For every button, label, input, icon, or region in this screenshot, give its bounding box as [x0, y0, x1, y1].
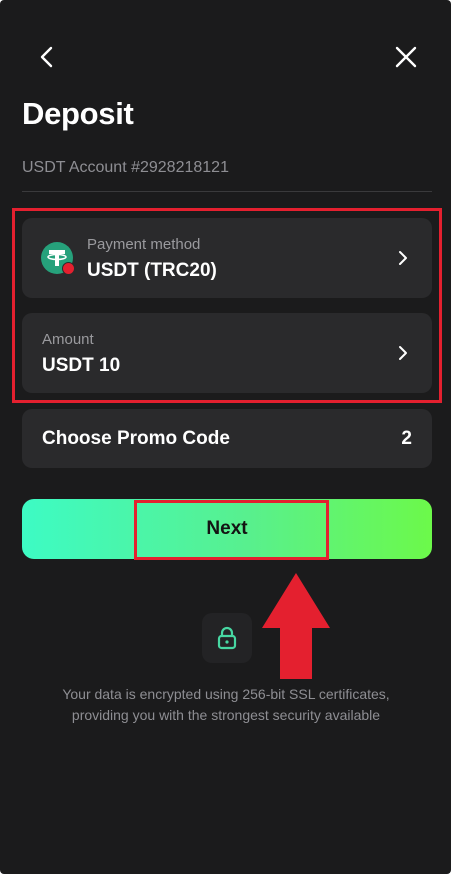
next-button-label: Next — [206, 518, 248, 539]
annotation-arrow-icon — [262, 573, 330, 679]
back-button[interactable] — [27, 37, 67, 77]
amount-label: Amount — [42, 331, 94, 348]
close-button[interactable] — [386, 37, 426, 77]
amount-selector[interactable]: Amount USDT 10 — [22, 313, 432, 393]
amount-value: USDT 10 — [42, 355, 121, 376]
payment-method-value: USDT (TRC20) — [87, 260, 217, 281]
deposit-screen: Deposit USDT Account #2928218121 Payment… — [0, 0, 451, 874]
tron-network-badge-icon — [62, 262, 75, 275]
payment-method-label: Payment method — [87, 236, 201, 253]
next-button[interactable]: Next — [22, 499, 432, 559]
chevron-left-icon — [40, 46, 53, 68]
security-note: Your data is encrypted using 256-bit SSL… — [30, 684, 422, 726]
promo-code-selector[interactable]: Choose Promo Code 2 — [22, 409, 432, 468]
divider — [22, 191, 432, 192]
account-label: USDT Account #2928218121 — [22, 159, 229, 176]
chevron-right-icon — [399, 251, 407, 265]
lock-icon — [202, 613, 252, 663]
promo-code-count: 2 — [401, 428, 412, 449]
promo-code-label: Choose Promo Code — [42, 428, 230, 449]
security-note-line1: Your data is encrypted using 256-bit SSL… — [62, 686, 390, 702]
security-note-line2: providing you with the strongest securit… — [71, 707, 381, 723]
chevron-right-icon — [399, 346, 407, 360]
close-icon — [395, 46, 417, 68]
payment-method-selector[interactable]: Payment method USDT (TRC20) — [22, 218, 432, 298]
page-title: Deposit — [22, 96, 134, 131]
